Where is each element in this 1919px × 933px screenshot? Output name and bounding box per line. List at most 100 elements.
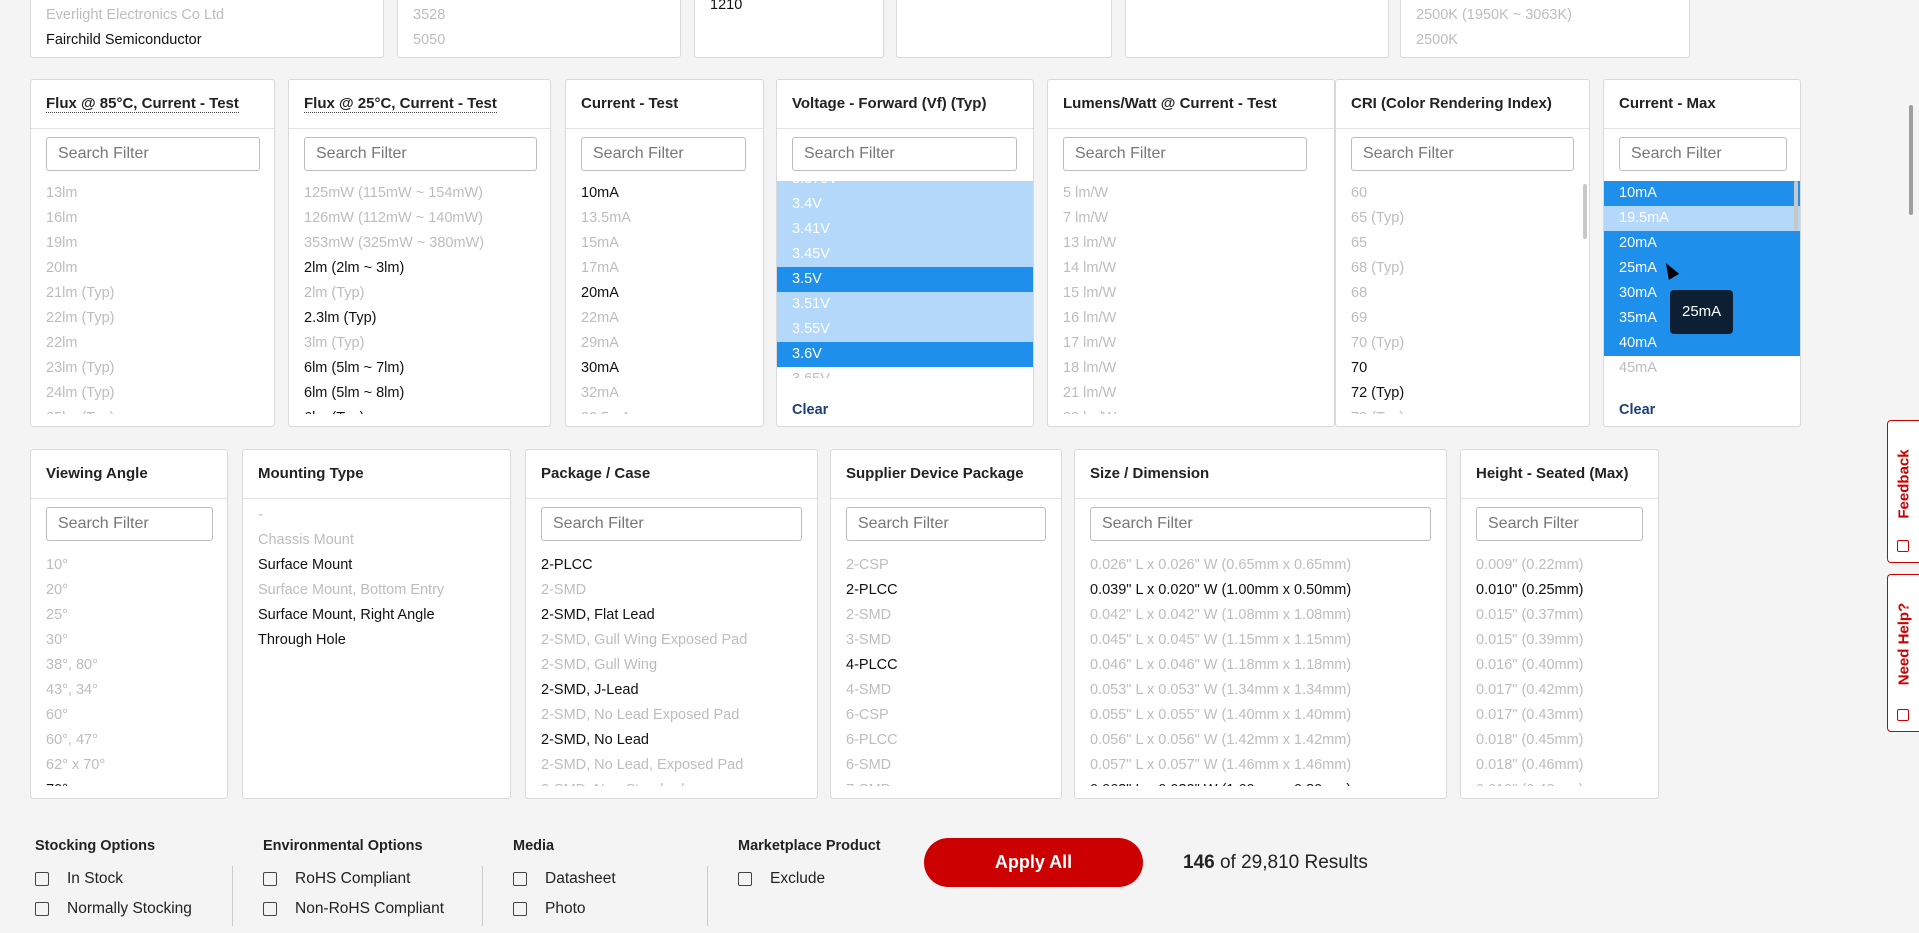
- filter-option[interactable]: 0.053" L x 0.053" W (1.34mm x 1.34mm): [1075, 678, 1446, 703]
- list-scrollbar[interactable]: [1794, 181, 1798, 231]
- filter-option[interactable]: 23lm (Typ): [31, 356, 274, 381]
- filter-option[interactable]: 0.056" L x 0.056" W (1.42mm x 1.42mm): [1075, 728, 1446, 753]
- filter-option[interactable]: 2-SMD: [526, 578, 817, 603]
- checkbox-in-stock[interactable]: In Stock: [35, 864, 192, 894]
- filter-options-list[interactable]: 3.375V3.4V3.41V3.45V3.5V3.51V3.55V3.6V3.…: [777, 181, 1033, 378]
- filter-option[interactable]: 72 (Typ): [1336, 406, 1589, 414]
- filter-option[interactable]: Surface Mount: [243, 553, 510, 578]
- filter-option[interactable]: 60°: [31, 703, 227, 728]
- filter-options-list[interactable]: 10mA19.5mA20mA25mA30mA35mA40mA45mA50mA: [1604, 181, 1800, 378]
- filter-option[interactable]: 32mA: [566, 381, 763, 406]
- apply-all-button[interactable]: Apply All: [924, 838, 1143, 887]
- filter-option[interactable]: 62° x 70°: [31, 753, 227, 778]
- filter-option[interactable]: 60°, 47°: [31, 728, 227, 753]
- filter-option[interactable]: 70°: [31, 778, 227, 786]
- filter-options-list[interactable]: 2-CSP 2-PLCC 2-SMD 3-SMD 4-PLCC 4-SMD 6-CSP 6-P…: [831, 553, 1061, 786]
- filter-option[interactable]: 2.3lm (Typ): [289, 306, 550, 331]
- filter-option[interactable]: 0.010" (0.25mm): [1461, 578, 1658, 603]
- filter-option[interactable]: 0.045" L x 0.045" W (1.15mm x 1.15mm): [1075, 628, 1446, 653]
- filter-option[interactable]: 68 (Typ): [1336, 256, 1589, 281]
- filter-option[interactable]: 25lm (Typ): [31, 406, 274, 414]
- filter-option[interactable]: 3.51V: [777, 292, 1033, 317]
- filter-option[interactable]: Through Hole: [243, 628, 510, 653]
- filter-option[interactable]: 38°, 80°: [31, 653, 227, 678]
- filter-option[interactable]: 69: [1336, 306, 1589, 331]
- search-filter-input[interactable]: Search Filter: [46, 137, 260, 171]
- filter-option[interactable]: 3.4V: [777, 192, 1033, 217]
- filter-option[interactable]: 21 lm/W: [1048, 381, 1334, 406]
- checkbox-photo[interactable]: Photo: [513, 894, 616, 924]
- filter-option[interactable]: 13 lm/W: [1048, 231, 1334, 256]
- feedback-tab[interactable]: Feedback: [1887, 420, 1919, 563]
- filter-option[interactable]: Surface Mount, Bottom Entry: [243, 578, 510, 603]
- filter-option[interactable]: 0.018" (0.45mm): [1461, 728, 1658, 753]
- filter-option[interactable]: 2-PLCC: [831, 578, 1061, 603]
- filter-option[interactable]: 13lm: [31, 181, 274, 206]
- filter-option[interactable]: 68: [1336, 281, 1589, 306]
- clear-link[interactable]: Clear: [1619, 402, 1655, 418]
- filter-option[interactable]: 2-SMD: [831, 603, 1061, 628]
- checkbox-non-rohs[interactable]: Non-RoHS Compliant: [263, 894, 444, 924]
- option[interactable]: 3528: [413, 3, 665, 28]
- filter-option[interactable]: 7-SMD: [831, 778, 1061, 786]
- filter-option[interactable]: 20lm: [31, 256, 274, 281]
- filter-option[interactable]: 10mA: [1604, 181, 1800, 206]
- filter-option[interactable]: 126mW (112mW ~ 140mW): [289, 206, 550, 231]
- search-filter-input[interactable]: Search Filter: [1619, 137, 1787, 171]
- filter-option[interactable]: 18 lm/W: [1048, 356, 1334, 381]
- search-filter-input[interactable]: Search Filter: [1063, 137, 1307, 171]
- filter-option[interactable]: 65 (Typ): [1336, 206, 1589, 231]
- filter-option[interactable]: 0.046" L x 0.046" W (1.18mm x 1.18mm): [1075, 653, 1446, 678]
- filter-option[interactable]: 0.063" L x 0.032" W (1.60mm x 0.80mm): [1075, 778, 1446, 786]
- filter-option[interactable]: 3-SMD: [831, 628, 1061, 653]
- checkbox-exclude[interactable]: Exclude: [738, 864, 881, 894]
- filter-option[interactable]: 3.5V: [777, 267, 1033, 292]
- search-filter-input[interactable]: Search Filter: [581, 137, 746, 171]
- search-filter-input[interactable]: Search Filter: [304, 137, 537, 171]
- filter-options-list[interactable]: 2-PLCC 2-SMD 2-SMD, Flat Lead 2-SMD, Gull W…: [526, 553, 817, 786]
- filter-option[interactable]: 125mW (115mW ~ 154mW): [289, 181, 550, 206]
- checkbox-icon[interactable]: [35, 872, 49, 886]
- filter-option[interactable]: 30mA: [566, 356, 763, 381]
- filter-option[interactable]: -: [243, 503, 510, 528]
- filter-option[interactable]: 3.41V: [777, 217, 1033, 242]
- filter-option[interactable]: 30°: [31, 628, 227, 653]
- filter-option[interactable]: 0.055" L x 0.055" W (1.40mm x 1.40mm): [1075, 703, 1446, 728]
- filter-option[interactable]: 19lm: [31, 231, 274, 256]
- option[interactable]: Fairchild Semiconductor: [46, 28, 368, 53]
- filter-option[interactable]: 0.009" (0.22mm): [1461, 553, 1658, 578]
- filter-option[interactable]: 70 (Typ): [1336, 331, 1589, 356]
- filter-option[interactable]: 0.015" (0.37mm): [1461, 603, 1658, 628]
- filter-options-list[interactable]: 60 65 (Typ) 65 68 (Typ) 68 69 70 (Typ) 70 72 (Ty…: [1336, 181, 1589, 414]
- filter-option[interactable]: 22lm (Typ): [31, 306, 274, 331]
- filter-option[interactable]: 3.55V: [777, 317, 1033, 342]
- filter-option[interactable]: 6-SMD: [831, 753, 1061, 778]
- list-scrollbar[interactable]: [1583, 184, 1587, 239]
- checkbox-icon[interactable]: [263, 872, 277, 886]
- filter-options-list[interactable]: - Chassis Mount Surface Mount Surface Mount…: [243, 503, 510, 736]
- option[interactable]: 1210: [710, 0, 868, 18]
- filter-option[interactable]: 24lm (Typ): [31, 381, 274, 406]
- filter-option[interactable]: 0.017" (0.42mm): [1461, 678, 1658, 703]
- filter-option[interactable]: 0.026" L x 0.026" W (0.65mm x 0.65mm): [1075, 553, 1446, 578]
- filter-option[interactable]: 2-SMD, Gull Wing Exposed Pad: [526, 628, 817, 653]
- search-filter-input[interactable]: Search Filter: [846, 507, 1046, 541]
- filter-option[interactable]: 6-CSP: [831, 703, 1061, 728]
- filter-option[interactable]: 16 lm/W: [1048, 306, 1334, 331]
- filter-option[interactable]: 0.057" L x 0.057" W (1.46mm x 1.46mm): [1075, 753, 1446, 778]
- page-scrollbar[interactable]: [1909, 105, 1913, 215]
- filter-option[interactable]: 6-PLCC: [831, 728, 1061, 753]
- checkbox-datasheet[interactable]: Datasheet: [513, 864, 616, 894]
- filter-options-list[interactable]: 13lm 16lm 19lm 20lm 21lm (Typ) 22lm (Typ) 22lm…: [31, 181, 274, 414]
- filter-option[interactable]: 3.6V: [777, 342, 1033, 367]
- filter-option[interactable]: 17mA: [566, 256, 763, 281]
- filter-option[interactable]: 25°: [31, 603, 227, 628]
- filter-option[interactable]: 10mA: [566, 181, 763, 206]
- option[interactable]: 2500K: [1416, 28, 1674, 53]
- filter-option[interactable]: 21lm (Typ): [31, 281, 274, 306]
- filter-option[interactable]: 6lm (5lm ~ 8lm): [289, 381, 550, 406]
- filter-option[interactable]: 2lm (Typ): [289, 281, 550, 306]
- filter-option[interactable]: 10°: [31, 553, 227, 578]
- filter-option[interactable]: 353mW (325mW ~ 380mW): [289, 231, 550, 256]
- filter-option[interactable]: 14 lm/W: [1048, 256, 1334, 281]
